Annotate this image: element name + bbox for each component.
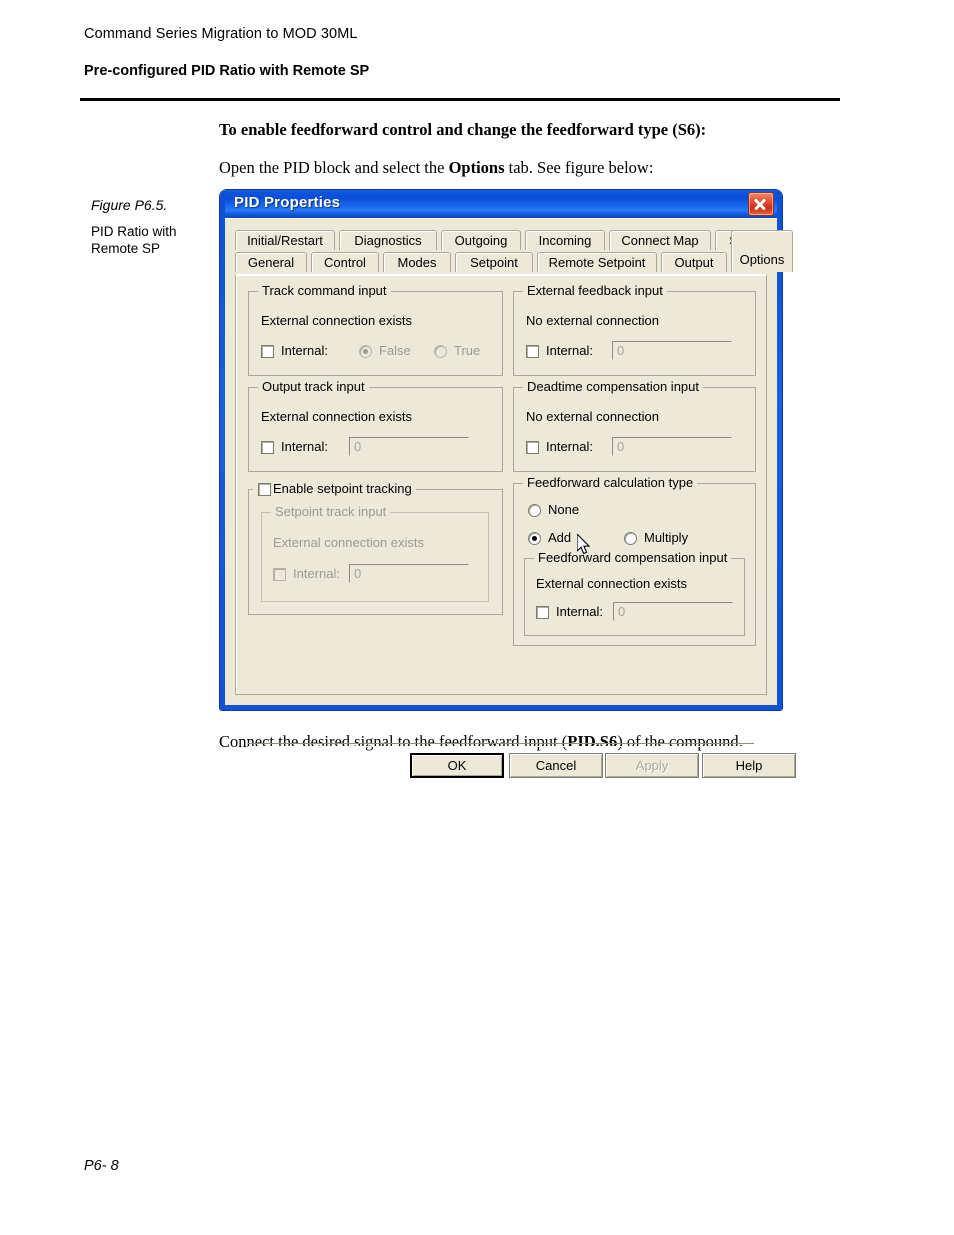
figure-caption: PID Ratio with Remote SP bbox=[91, 224, 177, 256]
tab-outgoing[interactable]: Outgoing bbox=[441, 230, 521, 250]
closing-post: ) of the compound. bbox=[617, 732, 743, 751]
tab-setpoint[interactable]: Setpoint bbox=[455, 252, 533, 272]
close-icon[interactable] bbox=[748, 192, 774, 216]
pid-properties-dialog: PID Properties Initial/Restart Diagnosti… bbox=[220, 190, 796, 778]
task-intro-pre: Open the PID block and select the bbox=[219, 158, 449, 177]
output-track-connection-status: External connection exists bbox=[261, 409, 413, 424]
task-intro-bold: Options bbox=[448, 158, 505, 177]
setpoint-track-internal-checkbox[interactable] bbox=[273, 568, 286, 581]
track-command-internal-checkbox[interactable] bbox=[261, 345, 274, 358]
deadtime-internal-label: Internal: bbox=[546, 439, 593, 454]
tab-general[interactable]: General bbox=[235, 252, 307, 272]
group-label-deadtime-compensation-input: Deadtime compensation input bbox=[523, 379, 703, 394]
tab-connect-map[interactable]: Connect Map bbox=[609, 230, 711, 250]
dialog-body: Initial/Restart Diagnostics Outgoing Inc… bbox=[225, 218, 796, 778]
feedforward-compensation-internal-field[interactable]: 0 bbox=[613, 602, 733, 621]
feedforward-compensation-internal-label: Internal: bbox=[556, 604, 603, 619]
deadtime-connection-status: No external connection bbox=[526, 409, 659, 424]
tab-output[interactable]: Output bbox=[661, 252, 727, 272]
feedforward-compensation-connection-status: External connection exists bbox=[536, 576, 688, 591]
setpoint-track-internal-field[interactable]: 0 bbox=[349, 564, 469, 583]
ok-button[interactable]: OK bbox=[410, 753, 504, 778]
external-feedback-internal-field[interactable]: 0 bbox=[612, 341, 732, 360]
running-head: Command Series Migration to MOD 30ML bbox=[84, 26, 358, 42]
group-label-output-track-input: Output track input bbox=[258, 379, 369, 394]
task-intro-post: tab. See figure below: bbox=[504, 158, 654, 177]
tab-modes[interactable]: Modes bbox=[383, 252, 451, 272]
help-button[interactable]: Help bbox=[702, 753, 796, 778]
cancel-button[interactable]: Cancel bbox=[509, 753, 603, 778]
enable-setpoint-tracking-label: Enable setpoint tracking bbox=[253, 481, 416, 496]
group-setpoint-track-input: Setpoint track input External connection… bbox=[261, 504, 489, 602]
tab-incoming[interactable]: Incoming bbox=[525, 230, 605, 250]
feedforward-radio-multiply-label: Multiply bbox=[644, 530, 689, 545]
figure-label: Figure P6.5. bbox=[91, 197, 168, 213]
enable-setpoint-tracking-checkbox[interactable] bbox=[258, 483, 271, 496]
feedforward-radio-none-label: None bbox=[548, 502, 580, 517]
feedforward-radio-none[interactable] bbox=[528, 504, 541, 517]
closing-pre: Connect the desired signal to the feedfo… bbox=[219, 732, 568, 751]
closing-paragraph: Connect the desired signal to the feedfo… bbox=[219, 732, 743, 752]
tab-remote-setpoint[interactable]: Remote Setpoint bbox=[537, 252, 657, 272]
group-output-track-input: Output track input External connection e… bbox=[248, 379, 503, 472]
header-rule bbox=[80, 98, 840, 101]
dialog-title: PID Properties bbox=[234, 194, 341, 211]
track-command-connection-status: External connection exists bbox=[261, 313, 413, 328]
section-heading: Pre-configured PID Ratio with Remote SP bbox=[84, 63, 370, 79]
button-row-separator bbox=[248, 743, 754, 747]
feedforward-radio-add[interactable] bbox=[528, 532, 541, 545]
tab-diagnostics[interactable]: Diagnostics bbox=[339, 230, 437, 250]
feedforward-radio-add-label: Add bbox=[548, 530, 572, 545]
options-tab-panel: Track command input External connection … bbox=[235, 274, 796, 778]
task-title: To enable feedforward control and change… bbox=[219, 120, 707, 139]
track-command-radio-false[interactable] bbox=[359, 345, 372, 358]
tab-options[interactable]: Options bbox=[731, 230, 793, 272]
external-feedback-connection-status: No external connection bbox=[526, 313, 659, 328]
group-feedforward-compensation-input: Feedforward compensation input External … bbox=[524, 550, 745, 636]
track-command-internal-label: Internal: bbox=[281, 343, 328, 358]
task-intro: Open the PID block and select the Option… bbox=[219, 158, 653, 178]
group-enable-setpoint-tracking: Enable setpoint tracking Setpoint track … bbox=[248, 481, 503, 615]
feedforward-radio-multiply[interactable] bbox=[624, 532, 637, 545]
track-command-radio-true[interactable] bbox=[434, 345, 447, 358]
deadtime-internal-field[interactable]: 0 bbox=[612, 437, 732, 456]
deadtime-internal-checkbox[interactable] bbox=[526, 441, 539, 454]
dialog-titlebar[interactable]: PID Properties bbox=[225, 190, 777, 218]
group-track-command-input: Track command input External connection … bbox=[248, 283, 503, 376]
group-label-feedforward-compensation-input: Feedforward compensation input bbox=[534, 550, 732, 565]
apply-button: Apply bbox=[605, 753, 699, 778]
output-track-internal-checkbox[interactable] bbox=[261, 441, 274, 454]
external-feedback-internal-checkbox[interactable] bbox=[526, 345, 539, 358]
group-deadtime-compensation-input: Deadtime compensation input No external … bbox=[513, 379, 756, 472]
closing-bold: PID.S6 bbox=[567, 732, 618, 751]
external-feedback-internal-label: Internal: bbox=[546, 343, 593, 358]
page-number: P6- 8 bbox=[84, 1158, 119, 1174]
group-label-track-command-input: Track command input bbox=[258, 283, 391, 298]
group-external-feedback-input: External feedback input No external conn… bbox=[513, 283, 756, 376]
track-command-radio-false-label: False bbox=[379, 343, 411, 358]
setpoint-track-internal-label: Internal: bbox=[293, 566, 340, 581]
tab-control[interactable]: Control bbox=[311, 252, 379, 272]
setpoint-track-connection-status: External connection exists bbox=[273, 535, 425, 550]
group-label-feedforward-calculation-type: Feedforward calculation type bbox=[523, 475, 698, 490]
group-label-setpoint-track-input: Setpoint track input bbox=[271, 504, 391, 519]
tab-initial-restart[interactable]: Initial/Restart bbox=[235, 230, 335, 250]
track-command-radio-true-label: True bbox=[454, 343, 481, 358]
output-track-internal-label: Internal: bbox=[281, 439, 328, 454]
tab-strip: Initial/Restart Diagnostics Outgoing Inc… bbox=[235, 230, 793, 274]
group-feedforward-calculation-type: Feedforward calculation type None Add Mu… bbox=[513, 475, 756, 646]
feedforward-compensation-internal-checkbox[interactable] bbox=[536, 606, 549, 619]
group-label-external-feedback-input: External feedback input bbox=[523, 283, 667, 298]
output-track-internal-field[interactable]: 0 bbox=[349, 437, 469, 456]
